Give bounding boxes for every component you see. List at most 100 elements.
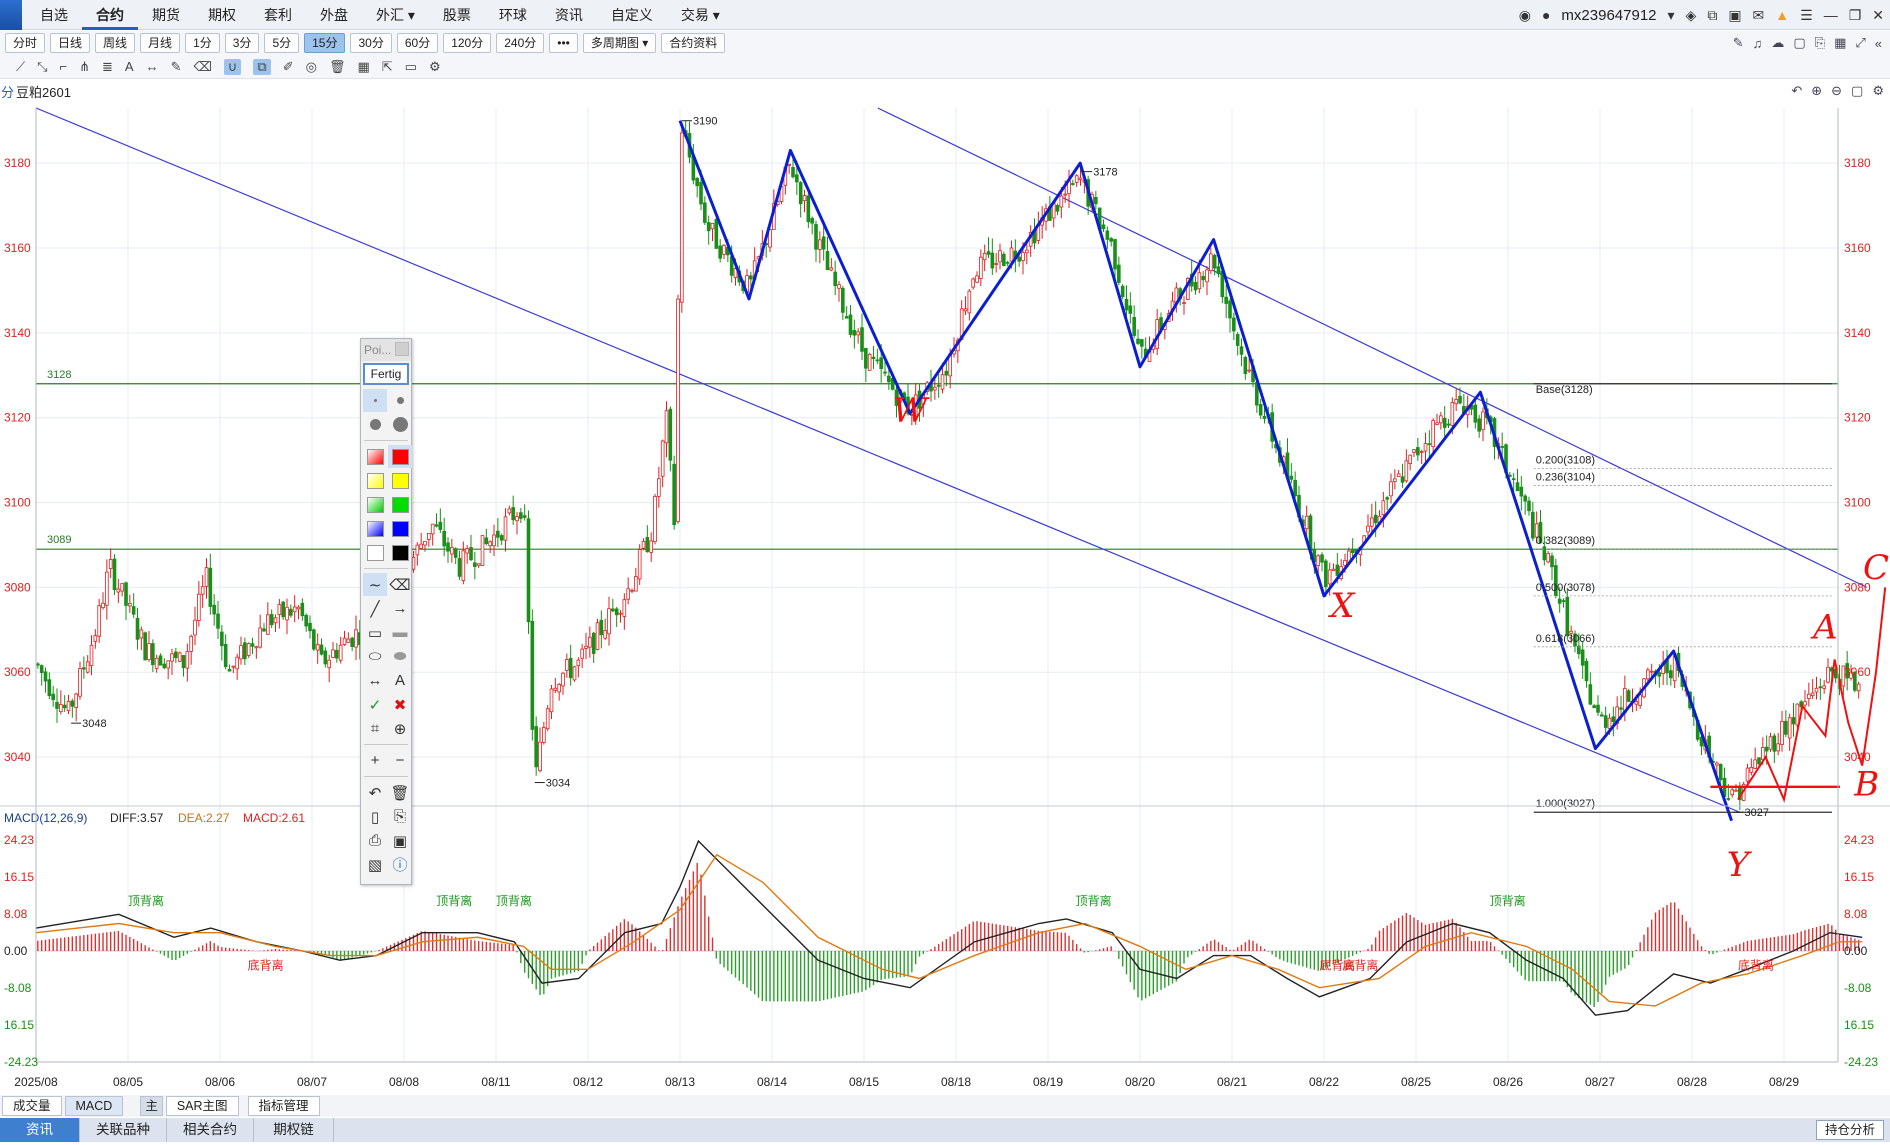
delete-drawings-icon[interactable]: 🗑	[329, 59, 346, 75]
more-periods-button[interactable]: •••	[549, 33, 578, 53]
rectangle-icon[interactable]: ▭	[363, 621, 387, 644]
period-button-1[interactable]: 日线	[50, 33, 91, 53]
period-button-4[interactable]: 1分	[185, 33, 220, 53]
zoom-in-icon[interactable]: ⊕	[1811, 83, 1822, 99]
visibility-icon[interactable]: ◎	[306, 59, 317, 75]
color-blue-gradient[interactable]	[363, 517, 387, 540]
crop-icon[interactable]: ⌗	[363, 717, 387, 740]
pitchfork-tool-icon[interactable]: ⋔	[79, 59, 90, 75]
print-icon[interactable]: ⎙	[363, 829, 387, 852]
chart-area[interactable]: Base(3128) 0.200(3108) 0.236(3104) 0.382(30…	[0, 100, 1890, 1095]
copy-icon[interactable]: ⎘	[1815, 35, 1825, 51]
freehand-icon[interactable]: ∼	[363, 573, 387, 596]
new-page-icon[interactable]: ▯	[363, 805, 387, 828]
dot-small-option[interactable]	[363, 389, 387, 412]
dot-large-option[interactable]	[363, 413, 387, 436]
menu-item-5[interactable]: 外盘	[306, 0, 362, 30]
cloud-icon[interactable]: ☁	[1771, 35, 1784, 51]
text-icon[interactable]: A	[388, 669, 412, 692]
indicator-manager-tab[interactable]: 指标管理	[247, 1096, 320, 1116]
lock-tool-icon[interactable]: ⧉	[253, 58, 271, 75]
minus-icon[interactable]: −	[388, 749, 412, 772]
draw-pen-icon[interactable]: ✐	[283, 59, 294, 75]
magnet-tool-icon[interactable]: ∪	[223, 58, 242, 75]
period-button-10[interactable]: 120分	[443, 33, 492, 53]
main-tag[interactable]: 主	[140, 1096, 163, 1116]
export-icon[interactable]: ⇱	[382, 59, 393, 75]
plus-icon[interactable]: +	[363, 749, 387, 772]
undo-icon[interactable]: ↶	[1791, 83, 1802, 99]
menu-item-0[interactable]: 自选	[26, 0, 82, 30]
trash-icon[interactable]: 🗑	[388, 781, 412, 804]
list-icon[interactable]: ☰	[1800, 7, 1813, 24]
link-icon[interactable]: ⧉	[1707, 7, 1717, 24]
nav-tab-related[interactable]: 关联品种	[80, 1118, 167, 1142]
minimize-icon[interactable]: —	[1824, 7, 1838, 23]
contract-info-button[interactable]: 合约资料	[661, 33, 726, 53]
zoom-out-icon[interactable]: ⊖	[1831, 83, 1842, 99]
brush-tool-icon[interactable]: ✎	[171, 59, 182, 75]
floating-drawing-toolbar[interactable]: Poi... Fertig ∼ ⌫ ╱ → ▭ ▬ ⬭ ⬬ ↔ A ✓ ✖ ⌗ …	[360, 338, 412, 885]
info-icon[interactable]: ⓘ	[388, 853, 412, 876]
double-arrow-icon[interactable]: ↔	[363, 669, 387, 692]
nav-tab-contracts[interactable]: 相关合约	[167, 1118, 254, 1142]
line-icon[interactable]: ╱	[363, 597, 387, 620]
period-button-3[interactable]: 月线	[140, 33, 181, 53]
expand-icon[interactable]: ⤢	[1855, 35, 1865, 51]
eraser-icon[interactable]: ⌫	[388, 573, 412, 596]
check-icon[interactable]: ✓	[363, 693, 387, 716]
eraser-tool-icon[interactable]: ⌫	[194, 59, 212, 75]
avatar[interactable]: ●	[1542, 7, 1550, 23]
menu-item-4[interactable]: 套利	[250, 0, 306, 30]
settings-icon[interactable]: ⚙	[1872, 83, 1884, 99]
level2-icon[interactable]: ▾	[1668, 7, 1675, 24]
toolbar-close-button[interactable]	[395, 342, 409, 356]
period-button-5[interactable]: 3分	[224, 33, 260, 53]
undo-draw-icon[interactable]: ↶	[363, 781, 387, 804]
menu-item-7[interactable]: 股票	[429, 0, 485, 30]
period-button-8[interactable]: 30分	[350, 33, 392, 53]
grid-icon[interactable]: ▦	[1834, 35, 1846, 51]
text-tool-icon[interactable]: A	[125, 59, 134, 74]
done-button[interactable]: Fertig	[363, 363, 409, 385]
sar-main-tab[interactable]: SAR主图	[165, 1096, 239, 1116]
ray-tool-icon[interactable]: ⤡	[37, 59, 47, 75]
color-black[interactable]	[388, 541, 412, 564]
image-icon[interactable]: ▧	[363, 853, 387, 876]
period-button-6[interactable]: 5分	[264, 33, 300, 53]
period-button-11[interactable]: 240分	[496, 33, 545, 53]
copy-page-icon[interactable]: ⎘	[388, 805, 412, 828]
camera-icon[interactable]: ▢	[1793, 35, 1805, 51]
color-yellow[interactable]	[388, 469, 412, 492]
nav-tab-news[interactable]: 资讯	[0, 1118, 80, 1142]
color-red[interactable]	[388, 445, 412, 468]
save-icon[interactable]: ▣	[388, 829, 412, 852]
dot-medium-option[interactable]	[388, 389, 412, 412]
period-button-2[interactable]: 周线	[95, 33, 136, 53]
ellipse-icon[interactable]: ⬭	[363, 645, 387, 668]
multi-period-dropdown[interactable]: 多周期图 ▾	[582, 33, 657, 53]
color-white[interactable]	[363, 541, 387, 564]
menu-item-9[interactable]: 资讯	[541, 0, 597, 30]
layers-icon[interactable]: ◈	[1686, 7, 1697, 24]
fib-tool-icon[interactable]: ≣	[102, 59, 113, 75]
segment-tool-icon[interactable]: ⌐	[60, 59, 68, 74]
period-button-7[interactable]: 15分	[304, 33, 346, 53]
color-blue[interactable]	[388, 517, 412, 540]
macd-tab[interactable]: MACD	[64, 1096, 124, 1116]
symbol-name[interactable]: 豆粕2601	[14, 82, 71, 101]
group-icon[interactable]: ▦	[357, 59, 369, 75]
measure-tool-icon[interactable]: ↔	[146, 59, 159, 74]
film-icon[interactable]: ▣	[1728, 7, 1741, 24]
color-red-gradient[interactable]	[363, 445, 387, 468]
color-yellow-gradient[interactable]	[363, 469, 387, 492]
menu-item-2[interactable]: 期货	[138, 0, 194, 30]
zoom-icon[interactable]: ⊕	[388, 717, 412, 740]
color-green[interactable]	[388, 493, 412, 516]
collapse-icon[interactable]: «	[1875, 36, 1882, 51]
filled-rectangle-icon[interactable]: ▬	[388, 621, 412, 644]
settings-tool-icon[interactable]: ⚙	[429, 59, 441, 75]
menu-item-8[interactable]: 环球	[485, 0, 541, 30]
nav-tab-option-chain[interactable]: 期权链	[254, 1118, 334, 1142]
line-tool-icon[interactable]: ⟋	[16, 59, 25, 75]
